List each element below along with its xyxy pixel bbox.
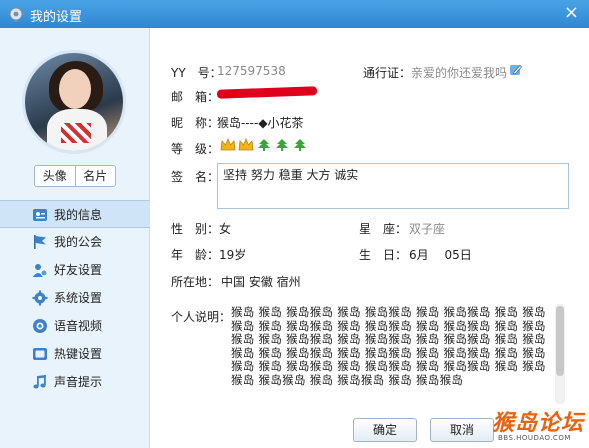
- nickname-label: 昵 称：: [171, 116, 220, 130]
- forum-watermark: 猴岛论坛 BBS.HOUDAO.COM: [492, 405, 588, 447]
- level-label: 等 级：: [171, 142, 220, 156]
- friend-settings-icon: [33, 264, 48, 277]
- nickname-value: 猴岛----◆小花茶: [217, 116, 304, 130]
- sidebar-item-label: 语音视频: [54, 319, 103, 333]
- description-scrollbar[interactable]: [555, 304, 565, 404]
- settings-gear-icon: [8, 6, 24, 22]
- crown-icon: [238, 138, 254, 151]
- leaf-icon: [258, 139, 270, 151]
- sidebar-item-label: 热键设置: [54, 347, 103, 361]
- sidebar-item-label: 我的信息: [54, 208, 103, 222]
- window-title: 我的设置: [30, 10, 83, 25]
- leaf-icon: [276, 139, 288, 151]
- location-value: 中国 安徽 宿州: [221, 275, 301, 289]
- birthday-label: 生 日：: [359, 248, 408, 262]
- cancel-button[interactable]: 取消: [430, 418, 494, 442]
- email-redaction-mark: [216, 86, 318, 99]
- yy-number: 127597538: [217, 64, 286, 78]
- gear-icon: [32, 290, 48, 306]
- description-text[interactable]: 猴岛 猴岛 猴岛猴岛 猴岛 猴岛猴岛 猴岛 猴岛猴岛 猴岛 猴岛猴岛 猴岛 猴岛…: [231, 306, 549, 404]
- gender-label: 性 别：: [171, 222, 220, 236]
- age-value: 19岁: [219, 248, 247, 262]
- leaf-icon: [294, 139, 306, 151]
- profile-card-icon: [33, 209, 47, 221]
- email-label: 邮 箱：: [171, 90, 220, 104]
- close-icon[interactable]: ×: [564, 4, 579, 22]
- sidebar-item-system-settings[interactable]: 系统设置: [0, 284, 150, 312]
- zodiac-label: 星 座：: [359, 222, 408, 236]
- sidebar-item-my-info[interactable]: 我的信息: [0, 200, 150, 228]
- sidebar-item-label: 好友设置: [54, 263, 103, 277]
- sidebar-item-sound-alerts[interactable]: 声音提示: [0, 368, 150, 396]
- flag-icon: [34, 235, 46, 249]
- voice-video-icon: [33, 319, 47, 333]
- passport-value: 亲爱的你还爱我吗: [411, 66, 508, 80]
- sidebar-nav: 我的信息 我的公会 好友设置 系统设置 语音视频 热键设置 声音提示: [0, 200, 150, 396]
- title-bar: 我的设置 ×: [0, 0, 589, 28]
- sidebar: 头像 名片 我的信息 我的公会 好友设置 系统设置 语音视频 热键设置 声音提示: [0, 28, 150, 448]
- watermark-logo-text: 猴岛论坛: [492, 411, 585, 436]
- edit-icon[interactable]: [509, 63, 523, 77]
- music-note-icon: [33, 375, 46, 389]
- avatar[interactable]: [22, 50, 126, 154]
- tab-avatar[interactable]: 头像: [35, 166, 75, 186]
- avatar-shirt-print: [61, 123, 91, 143]
- sidebar-item-label: 我的公会: [54, 235, 103, 249]
- location-label: 所在地：: [171, 275, 220, 289]
- sidebar-item-voice-video[interactable]: 语音视频: [0, 312, 150, 340]
- zodiac-value: 双子座: [409, 222, 446, 236]
- crown-icon: [220, 138, 236, 151]
- profile-info-panel: YY 号： 127597538 通行证： 亲爱的你还爱我吗 邮 箱： 昵 称： …: [151, 28, 589, 448]
- yy-label: YY 号：: [171, 66, 222, 80]
- watermark-url: BBS.HOUDAO.COM: [498, 434, 571, 442]
- scrollbar-thumb[interactable]: [556, 306, 564, 376]
- level-badges: [220, 138, 308, 152]
- passport-label: 通行证：: [363, 66, 412, 80]
- age-label: 年 龄：: [171, 248, 220, 262]
- avatar-card-toggle: 头像 名片: [34, 165, 116, 187]
- gender-value: 女: [219, 222, 232, 236]
- tab-card[interactable]: 名片: [74, 166, 116, 186]
- hotkey-icon: [33, 348, 47, 360]
- ok-button[interactable]: 确定: [353, 418, 417, 442]
- signature-field[interactable]: 坚持 努力 稳重 大方 诚实: [217, 163, 569, 209]
- signature-label: 签 名：: [171, 170, 220, 184]
- sidebar-item-label: 系统设置: [54, 291, 103, 305]
- sidebar-item-friend-settings[interactable]: 好友设置: [0, 256, 150, 284]
- sidebar-item-label: 声音提示: [54, 375, 103, 389]
- sidebar-item-hotkey-settings[interactable]: 热键设置: [0, 340, 150, 368]
- birthday-value: 6月 05日: [409, 248, 472, 262]
- description-label: 个人说明：: [171, 310, 232, 324]
- avatar-face: [59, 69, 91, 109]
- sidebar-item-my-guild[interactable]: 我的公会: [0, 228, 150, 256]
